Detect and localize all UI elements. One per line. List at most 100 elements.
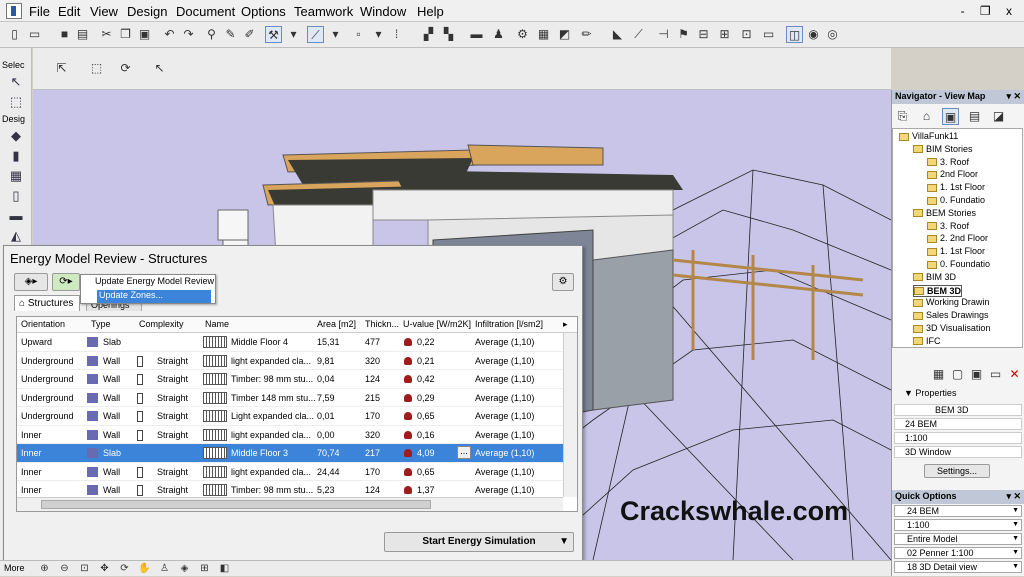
dropdown-arrow-icon[interactable]: ▾ [285,26,302,43]
tree-item[interactable]: IFC [913,336,941,346]
project-map-icon[interactable]: ⎘ [894,108,911,125]
wall-tool-icon[interactable]: ▞ [420,26,437,43]
grid-icon[interactable]: ▫ [350,26,367,43]
open-folder-icon[interactable]: ▭ [26,26,43,43]
quick-option-model-view[interactable]: Entire Model [894,533,1022,545]
save-icon[interactable]: ■ [56,26,73,43]
new-folder-icon[interactable]: ▢ [949,366,966,383]
view-map-tree[interactable]: VillaFunk11 BIM Stories 3. Roof 2nd Floor 1.… [892,128,1023,348]
copy-icon[interactable]: ❐ [117,26,134,43]
more-label[interactable]: More [4,563,25,573]
menu-window[interactable]: Window [360,4,406,19]
zoom-out-icon[interactable]: ⊖ [56,560,73,577]
menu-teamwork[interactable]: Teamwork [294,4,353,19]
pencil-icon[interactable]: ✏ [578,26,595,43]
find-icon[interactable]: ⚲ [203,26,220,43]
tree-item[interactable]: BIM Stories [913,144,973,154]
marker-icon[interactable]: ⚑ [675,26,692,43]
pointer-icon[interactable]: ↖ [151,60,168,77]
zoom-area-icon[interactable]: ⊞ [196,560,213,577]
settings-dropdown-button[interactable]: ◈▸ [14,273,48,291]
tree-item[interactable]: 3. Roof [927,221,969,231]
fit-window-icon[interactable]: ⊡ [76,560,93,577]
undo-icon[interactable]: ↶ [161,26,178,43]
table-row[interactable]: Inner Wall Straight light expanded cla... 24… [17,463,563,481]
tree-item[interactable]: BEM 3D [913,284,963,297]
column-header-area[interactable]: Area [m2] [317,319,356,329]
horizontal-scrollbar[interactable] [17,497,563,511]
column-header-infiltration[interactable]: Infiltration [l/sm2] [475,319,543,329]
elevation-icon[interactable]: ⊞ [716,26,733,43]
line-icon[interactable]: ⟋ [630,26,647,43]
quick-option-layer[interactable]: 24 BEM [894,505,1022,517]
column-header-name[interactable]: Name [205,319,229,329]
menu-edit[interactable]: Edit [58,4,80,19]
zoom-in-icon[interactable]: ⊕ [36,560,53,577]
wall-icon[interactable]: ◆ [6,126,26,146]
table-row[interactable]: Underground Wall Straight Timber 148 mm stu… [17,389,563,407]
pick-up-icon[interactable]: ✎ [222,26,239,43]
menu-file[interactable]: File [29,4,50,19]
menu-item-update-energy-model[interactable]: Update Energy Model Review [81,276,215,289]
quick-option-mvo[interactable]: 18 3D Detail view [894,561,1022,573]
cut-icon[interactable]: ✂ [98,26,115,43]
structures-table[interactable]: Orientation Type Complexity Name Area [m… [16,316,578,512]
hand-icon[interactable]: ✋ [136,560,153,577]
door-icon[interactable]: ▮ [6,146,26,166]
column-header-thickness[interactable]: Thickn... [365,319,399,329]
slab-icon[interactable]: ◭ [6,226,26,246]
chevron-right-icon[interactable]: ▸ [563,319,568,330]
beam-icon[interactable]: ▬ [6,206,26,226]
table-row[interactable]: Underground Wall Straight Light expanded cl… [17,407,563,426]
settings-button[interactable]: Settings... [924,464,990,478]
dimension-icon[interactable]: ⊣ [655,26,672,43]
column-header-type[interactable]: Type [91,319,111,329]
menu-document[interactable]: Document [176,4,235,19]
curtain-wall-icon[interactable]: ▦ [535,26,552,43]
walk-icon[interactable]: ♙ [156,560,173,577]
tree-item[interactable]: 2nd Floor [927,169,978,179]
pan-icon[interactable]: ✥ [96,560,113,577]
guide-icon[interactable]: ▾ [370,26,387,43]
table-row[interactable]: Inner Wall Straight light expanded cla... 0,… [17,426,563,444]
trace-icon[interactable]: ⚒ [265,26,282,43]
section-icon[interactable]: ⊟ [695,26,712,43]
tree-item[interactable]: 0. Fundatio [927,195,985,205]
stair-tool-icon[interactable]: ⚙ [514,26,531,43]
table-row[interactable]: Underground Wall Straight light expanded cl… [17,352,563,370]
tree-item[interactable]: BEM Stories [913,208,976,218]
table-row[interactable]: Upward Slab Middle Floor 4 15,31 477 0,22 Aver… [17,333,563,352]
view-map-icon[interactable]: ⌂ [918,108,935,125]
transform-icon[interactable]: ⇱ [53,60,70,77]
detail-icon[interactable]: ⊡ [738,26,755,43]
rename-icon[interactable]: ▭ [987,366,1004,383]
window-icon[interactable]: ▦ [6,166,26,186]
quick-option-scale[interactable]: 1:100 [894,519,1022,531]
view-icon[interactable]: ◈ [176,560,193,577]
column-header-complexity[interactable]: Complexity [139,319,184,329]
tree-item[interactable]: 3D Visualisation [913,323,990,333]
3d-window-icon[interactable]: ◫ [786,26,803,43]
layout-book-icon[interactable]: ▣ [942,108,959,125]
clone-icon[interactable]: ▣ [968,366,985,383]
print-icon[interactable]: ▤ [74,26,91,43]
eraser-icon[interactable]: ◣ [609,26,626,43]
paste-icon[interactable]: ▣ [136,26,153,43]
tree-item[interactable]: BIM 3D [913,272,956,282]
dots-icon[interactable]: ⁞ [388,26,405,43]
new-file-icon[interactable]: ▯ [6,26,23,43]
table-row[interactable]: Inner Slab Middle Floor 3 70,74 217 4,09... Av… [17,444,563,463]
column-tool-icon[interactable]: ▚ [440,26,457,43]
publisher-icon[interactable]: ▤ [966,108,983,125]
redo-icon[interactable]: ↷ [180,26,197,43]
tree-item[interactable]: Sales Drawings [913,310,989,320]
column-icon[interactable]: ▯ [6,186,26,206]
snap-icon[interactable]: ⟋ [307,26,324,43]
arrow-icon[interactable]: ↖ [6,72,26,92]
render-icon[interactable]: ◉ [805,26,822,43]
panel-close-icon[interactable]: ▾ ✕ [1006,91,1021,102]
previous-zoom-icon[interactable]: ◧ [216,560,233,577]
panel-close-icon[interactable]: ▾ ✕ [1006,491,1021,502]
orbit-icon[interactable]: ⟳ [116,560,133,577]
delete-icon[interactable]: ✕ [1006,366,1023,383]
